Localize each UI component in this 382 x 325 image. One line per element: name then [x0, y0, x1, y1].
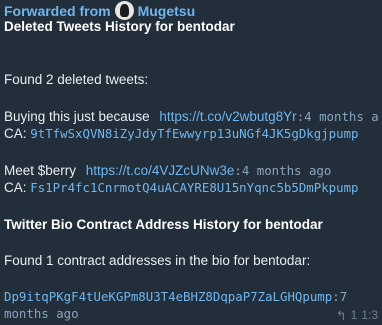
reply-icon[interactable]: ↰	[336, 309, 347, 322]
bio-age-end: months ago	[4, 306, 79, 321]
tweet-1-ca-label: CA:	[4, 126, 27, 141]
message-title: Deleted Tweets History for bentodar	[4, 19, 235, 34]
tweet-2-age: :4 months ago	[234, 163, 332, 178]
reply-count: 1	[350, 308, 358, 322]
forwarded-message[interactable]: Forwarded from Mugetsu Deleted Tweets Hi…	[0, 0, 382, 325]
bio-title: Twitter Bio Contract Address History for…	[4, 217, 323, 232]
bio-age-row: months ago	[4, 306, 79, 321]
bio-summary: Found 1 contract addresses in the bio fo…	[4, 253, 311, 268]
tweet-2: Meet $berry https://t.co/4VJZcUNw3e:4 mo…	[4, 163, 331, 178]
forwarded-prefix: Forwarded from	[4, 2, 111, 19]
bio-age-start: :7	[332, 289, 348, 304]
deleted-summary: Found 2 deleted tweets:	[4, 72, 149, 87]
forwarded-source-name[interactable]: Mugetsu	[138, 3, 196, 19]
tweet-1-ca-row: CA: 9tTfwSxQVN8iZyJdyTfEwwyrp13uNGf4JK5g…	[4, 126, 359, 141]
message-time: 1:3	[361, 308, 378, 322]
source-avatar[interactable]	[114, 1, 134, 20]
tweet-2-link[interactable]: https://t.co/4VJZcUNw3e	[86, 163, 235, 178]
tweet-2-ca-row: CA: Fs1Pr4fc1CnrmotQ4uACAYRE8U15nYqnc5b5…	[4, 180, 359, 195]
tweet-1-age: :4 months a	[296, 109, 379, 124]
bio-contract-address[interactable]: Dp9itqPKgF4tUeKGPm8U3T4eBHZ8DqpaP7ZaLGHQ…	[4, 289, 332, 304]
tweet-2-text: Meet $berry	[4, 163, 77, 178]
tweet-1: Buying this just because https://t.co/v2…	[4, 109, 379, 124]
forwarded-header[interactable]: Forwarded from Mugetsu	[4, 1, 195, 20]
tweet-1-text: Buying this just because	[4, 109, 150, 124]
tweet-2-ca-label: CA:	[4, 180, 27, 195]
tweet-2-contract-address[interactable]: Fs1Pr4fc1CnrmotQ4uACAYRE8U15nYqnc5b5DmPk…	[30, 180, 358, 195]
message-meta: ↰ 1 1:3	[336, 308, 378, 322]
tweet-1-link[interactable]: https://t.co/v2wbutg8Yr	[159, 109, 296, 124]
tweet-1-contract-address[interactable]: 9tTfwSxQVN8iZyJdyTfEwwyrp13uNGf4JK5gDkgj…	[30, 126, 358, 141]
bio-entry: Dp9itqPKgF4tUeKGPm8U3T4eBHZ8DqpaP7ZaLGHQ…	[4, 289, 347, 304]
